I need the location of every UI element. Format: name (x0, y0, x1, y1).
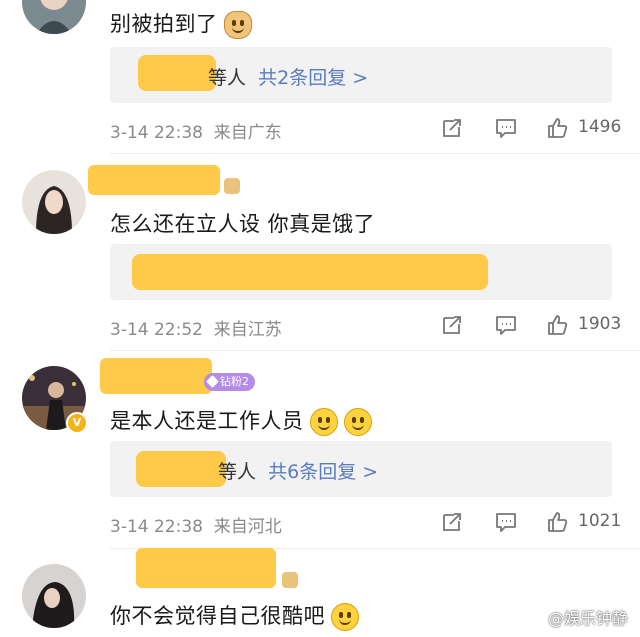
thumbs-up-icon[interactable] (546, 116, 570, 140)
comment-meta: 3-14 22:38 来自广东 (110, 118, 282, 143)
avatar[interactable] (22, 0, 86, 34)
user-badge-icon (224, 178, 240, 194)
divider (110, 153, 640, 154)
share-icon[interactable] (440, 313, 464, 337)
comment-icon[interactable] (494, 510, 518, 534)
avatar[interactable] (22, 564, 86, 628)
redacted-username (136, 451, 226, 487)
comment-meta: 3-14 22:38 来自河北 (110, 512, 282, 537)
comment-date: 3-14 22:38 (110, 517, 203, 537)
avatar[interactable] (22, 170, 86, 234)
watermark: @娱乐钟静 (547, 609, 628, 628)
doge-emoji-icon (223, 11, 252, 39)
divider (110, 350, 640, 351)
comment-location: 来自江苏 (213, 320, 282, 340)
comment-actions: 1021 (440, 510, 630, 536)
comment-date: 3-14 22:38 (110, 123, 203, 143)
comment-text: 怎么还在立人设 你真是饿了 (110, 212, 376, 236)
redacted-username (138, 55, 216, 91)
thumbs-up-icon[interactable] (546, 313, 570, 337)
view-replies-link[interactable]: 共6条回复 > (268, 461, 378, 483)
smile-emoji-icon (343, 408, 372, 436)
user-badge-icon (282, 572, 298, 588)
thinking-emoji-icon (331, 603, 359, 631)
fan-level-badge: 钻粉2 (204, 373, 255, 391)
redacted-username (88, 165, 220, 195)
reply-summary[interactable]: 等人 共2条回复 > (208, 63, 368, 90)
comment-date: 3-14 22:52 (110, 320, 203, 340)
view-replies-link[interactable]: 共2条回复 > (258, 67, 368, 89)
comment-icon[interactable] (494, 116, 518, 140)
comment-text: 你不会觉得自己很酷吧 (110, 600, 359, 631)
like-count: 1903 (578, 314, 622, 334)
comment-meta: 3-14 22:52 来自江苏 (110, 315, 282, 340)
comment-text: 别被拍到了 (110, 8, 252, 39)
share-icon[interactable] (440, 116, 464, 140)
reply-summary[interactable]: 等人 共6条回复 > (218, 457, 378, 484)
thumbs-up-icon[interactable] (546, 510, 570, 534)
comment-location: 来自广东 (213, 123, 282, 143)
redacted-username (136, 548, 276, 588)
verified-badge-icon: V (66, 412, 88, 434)
comment-actions: 1496 (440, 116, 630, 142)
comment-text: 是本人还是工作人员 (110, 405, 372, 436)
redacted-reply (132, 254, 488, 290)
like-count: 1021 (578, 511, 622, 531)
like-count: 1496 (578, 117, 622, 137)
reply-preview[interactable] (110, 244, 612, 300)
redacted-username (100, 358, 212, 394)
reply-preview[interactable]: 等人 共2条回复 > (110, 47, 612, 103)
comment-icon[interactable] (494, 313, 518, 337)
comment-location: 来自河北 (213, 517, 282, 537)
share-icon[interactable] (440, 510, 464, 534)
reply-preview[interactable]: 等人 共6条回复 > (110, 441, 612, 497)
smile-emoji-icon (309, 408, 338, 436)
comment-actions: 1903 (440, 313, 630, 339)
